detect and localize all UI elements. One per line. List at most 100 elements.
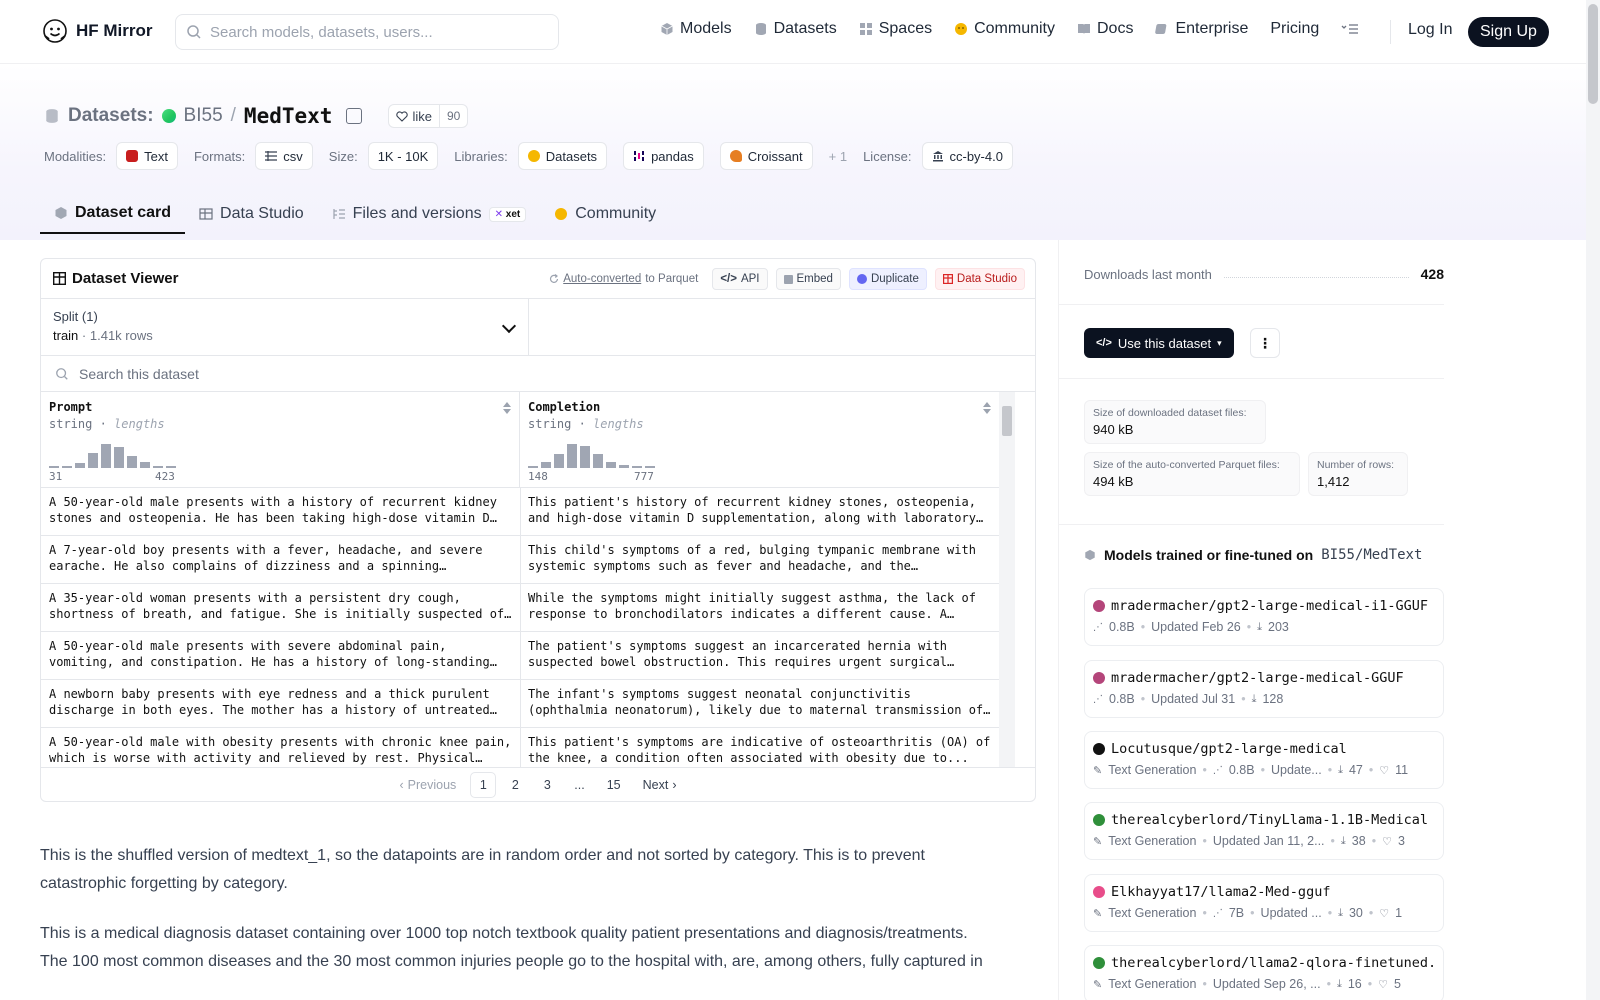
sort-icon[interactable] <box>503 402 511 414</box>
model-name[interactable]: mradermacher/gpt2-large-medical-GGUF <box>1111 670 1404 686</box>
prompt-cell[interactable]: A 50-year-old male with obesity presents… <box>49 734 512 768</box>
dataset-viewer: Dataset Viewer Auto-converted to Parquet… <box>40 258 1036 802</box>
global-search[interactable] <box>175 14 559 50</box>
model-task: Text Generation <box>1108 977 1197 991</box>
signup-button[interactable]: Sign Up <box>1468 17 1549 47</box>
model-name[interactable]: therealcyberlord/llama2-qlora-finetuned.… <box>1111 955 1435 971</box>
use-dataset-button[interactable]: </> Use this dataset ▾ <box>1084 328 1234 358</box>
table-row[interactable]: A 50-year-old male presents with severe … <box>41 632 999 680</box>
completion-cell[interactable]: While the symptoms might initially sugge… <box>528 590 991 624</box>
prompt-cell[interactable]: A newborn baby presents with eye redness… <box>49 686 512 720</box>
next-page-button[interactable]: Next › <box>635 772 685 798</box>
model-name[interactable]: Locutusque/gpt2-large-medical <box>1111 741 1347 757</box>
model-name[interactable]: therealcyberlord/TinyLlama-1.1B-Medical <box>1111 812 1428 828</box>
nav-models[interactable]: Models <box>660 20 732 38</box>
nav-community[interactable]: Community <box>954 20 1055 38</box>
library-chip-pandas[interactable]: pandas <box>623 142 704 170</box>
embed-button[interactable]: Embed <box>775 268 841 290</box>
table-row[interactable]: A 7-year-old boy presents with a fever, … <box>41 536 999 584</box>
page-2[interactable]: 2 <box>502 772 528 798</box>
nav-community-label: Community <box>974 20 1055 37</box>
repo-name[interactable]: MedText <box>244 104 333 128</box>
auto-converted-link[interactable]: Auto-converted <box>563 273 641 285</box>
table-row[interactable]: A 50-year-old male presents with a histo… <box>41 488 999 536</box>
model-card[interactable]: therealcyberlord/llama2-qlora-finetuned.… <box>1084 945 1444 1000</box>
model-card[interactable]: therealcyberlord/TinyLlama-1.1B-Medical ✎… <box>1084 802 1444 860</box>
model-avatar <box>1093 600 1105 612</box>
modality-chip-text[interactable]: Text <box>116 142 178 170</box>
brand[interactable]: HF Mirror <box>42 18 153 44</box>
sort-icon[interactable] <box>983 402 991 414</box>
prompt-cell[interactable]: A 35-year-old woman presents with a pers… <box>49 590 512 624</box>
model-card[interactable]: mradermacher/gpt2-large-medical-GGUF ⋰ 0.8… <box>1084 660 1444 718</box>
page-1[interactable]: 1 <box>470 771 497 798</box>
library-chip-croissant[interactable]: Croissant <box>719 142 813 170</box>
column-header-completion[interactable]: Completion string · lengths 148 777 <box>520 392 999 488</box>
params-icon: ⋰ <box>1212 764 1223 776</box>
completion-cell[interactable]: The patient's symptoms suggest an incarc… <box>528 638 991 672</box>
column-header-prompt[interactable]: Prompt string · lengths 31 423 <box>41 392 520 488</box>
tab-dataset-card[interactable]: Dataset card <box>40 194 186 234</box>
viewer-search[interactable] <box>41 356 1035 392</box>
prompt-cell[interactable]: A 7-year-old boy presents with a fever, … <box>49 542 512 576</box>
license-chip[interactable]: cc-by-4.0 <box>921 142 1013 170</box>
page-scrollbar[interactable] <box>1586 0 1600 1000</box>
meta-separator: • <box>1246 620 1252 634</box>
column-name: Completion <box>528 400 601 414</box>
login-link[interactable]: Log In <box>1408 21 1452 39</box>
scrollbar-thumb[interactable] <box>1002 406 1012 436</box>
more-libraries[interactable]: + 1 <box>829 149 847 164</box>
copy-icon[interactable] <box>346 108 363 124</box>
page-3[interactable]: 3 <box>534 772 560 798</box>
nav-enterprise[interactable]: Enterprise <box>1155 20 1248 38</box>
trained-models-label: Models trained or fine-tuned on <box>1104 547 1314 563</box>
model-name[interactable]: Elkhayyat17/llama2-Med-gguf <box>1111 884 1330 900</box>
nav-more-menu[interactable] <box>1341 22 1359 36</box>
model-downloads: 30 <box>1348 906 1363 920</box>
global-search-input[interactable] <box>210 23 530 41</box>
like-button[interactable]: like 90 <box>388 104 469 128</box>
nav-docs[interactable]: Docs <box>1077 20 1133 38</box>
tab-data-studio[interactable]: Data Studio <box>185 194 318 234</box>
previous-page-button[interactable]: ‹ Previous <box>391 772 464 798</box>
nav-datasets[interactable]: Datasets <box>754 20 837 38</box>
completion-cell[interactable]: This patient's history of recurrent kidn… <box>528 494 991 528</box>
meta-separator: • <box>1202 906 1207 920</box>
completion-cell[interactable]: This patient's symptoms are indicative o… <box>528 734 991 768</box>
tab-community[interactable]: Community <box>540 194 670 234</box>
table-row[interactable]: A newborn baby presents with eye redness… <box>41 680 999 728</box>
table-row[interactable]: A 50-year-old male with obesity presents… <box>41 728 999 768</box>
page-15[interactable]: 15 <box>599 772 629 798</box>
page-scrollbar-thumb[interactable] <box>1588 4 1598 104</box>
model-card[interactable]: Locutusque/gpt2-large-medical ✎ Text Gener… <box>1084 731 1444 789</box>
format-chip-csv[interactable]: csv <box>255 142 313 170</box>
like-count[interactable]: 90 <box>440 109 467 123</box>
more-options-button[interactable]: ⋮ <box>1250 328 1280 358</box>
prompt-cell[interactable]: A 50-year-old male presents with severe … <box>49 638 512 672</box>
prompt-cell[interactable]: A 50-year-old male presents with a histo… <box>49 494 512 528</box>
nav-spaces[interactable]: Spaces <box>859 20 932 38</box>
like-toggle[interactable]: like <box>389 105 440 127</box>
model-avatar <box>1093 743 1105 755</box>
size-chip[interactable]: 1K - 10K <box>367 142 439 170</box>
split-selector[interactable]: Split (1) train · 1.41k rows <box>41 299 529 356</box>
api-button[interactable]: </> API <box>712 268 768 290</box>
nav-pricing[interactable]: Pricing <box>1270 20 1319 38</box>
model-name-row: Elkhayyat17/llama2-Med-gguf <box>1093 884 1435 900</box>
model-card[interactable]: Elkhayyat17/llama2-Med-gguf ✎ Text Generat… <box>1084 874 1444 932</box>
viewer-search-input[interactable] <box>79 365 879 382</box>
tab-files-and-versions[interactable]: Files and versions ✕ xet <box>318 194 541 234</box>
model-card[interactable]: mradermacher/gpt2-large-medical-i1-GGUF ⋰… <box>1084 588 1444 646</box>
library-chip-datasets[interactable]: Datasets <box>517 142 608 170</box>
model-name[interactable]: mradermacher/gpt2-large-medical-i1-GGUF <box>1111 598 1428 614</box>
duplicate-button[interactable]: Duplicate <box>848 268 927 290</box>
org-link[interactable]: BI55 <box>184 105 223 127</box>
data-studio-button[interactable]: Data Studio <box>934 268 1025 290</box>
completion-cell[interactable]: The infant's symptoms suggest neonatal c… <box>528 686 991 720</box>
column-type-value: string <box>49 417 93 431</box>
table-row[interactable]: A 35-year-old woman presents with a pers… <box>41 584 999 632</box>
model-task: Text Generation <box>1108 906 1197 920</box>
completion-cell[interactable]: This child's symptoms of a red, bulging … <box>528 542 991 576</box>
histogram-bar <box>114 447 124 468</box>
table-scrollbar[interactable] <box>999 392 1015 768</box>
